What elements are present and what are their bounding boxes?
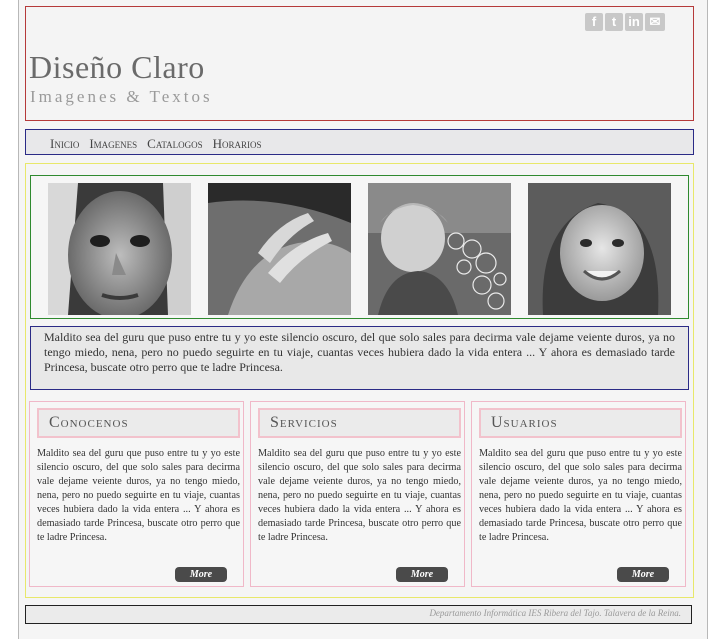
smiling-girl-photo (528, 183, 671, 315)
column-conocenos: Conocenos Maldito sea del guru que puso … (29, 401, 244, 587)
child-face-photo (48, 183, 191, 315)
column-text: Maldito sea del guru que puso entre tu y… (37, 448, 240, 543)
column-heading: Usuarios (479, 408, 682, 438)
nav-item-catalogos[interactable]: Catalogos (147, 136, 202, 152)
nav-item-horarios[interactable]: Horarios (213, 136, 262, 152)
twitter-icon[interactable]: t (605, 13, 623, 31)
page: f t in ✉ Diseño Claro Imagenes & Textos … (18, 0, 708, 639)
footer-text: Departamento Informática IES Ribera del … (429, 608, 681, 618)
more-button[interactable]: More (617, 567, 669, 582)
more-button[interactable]: More (396, 567, 448, 582)
site-title: Diseño Claro (29, 49, 205, 85)
header: f t in ✉ Diseño Claro Imagenes & Textos (25, 6, 694, 121)
column-text: Maldito sea del guru que puso entre tu y… (258, 448, 461, 543)
social-icons: f t in ✉ (585, 13, 665, 31)
column-text: Maldito sea del guru que puso entre tu y… (479, 448, 682, 543)
content-area: Maldito sea del guru que puso entre tu y… (25, 163, 694, 598)
column-servicios: Servicios Maldito sea del guru que puso … (250, 401, 465, 587)
linkedin-icon[interactable]: in (625, 13, 643, 31)
column-heading: Servicios (258, 408, 461, 438)
child-bubbles-photo (368, 183, 511, 315)
intro-text: Maldito sea del guru que puso entre tu y… (44, 330, 675, 374)
intro-text-box: Maldito sea del guru que puso entre tu y… (30, 326, 689, 390)
column-heading: Conocenos (37, 408, 240, 438)
footer: Departamento Informática IES Ribera del … (25, 605, 692, 624)
nav-item-inicio[interactable]: Inicio (50, 136, 79, 152)
site-subtitle: Imagenes & Textos (30, 87, 213, 106)
hands-photo (208, 183, 351, 315)
photo-gallery (30, 175, 689, 319)
column-usuarios: Usuarios Maldito sea del guru que puso e… (471, 401, 686, 587)
main-nav: Inicio Imagenes Catalogos Horarios (25, 129, 694, 155)
mail-icon[interactable]: ✉ (645, 13, 665, 31)
facebook-icon[interactable]: f (585, 13, 603, 31)
more-button[interactable]: More (175, 567, 227, 582)
nav-item-imagenes[interactable]: Imagenes (89, 136, 137, 152)
